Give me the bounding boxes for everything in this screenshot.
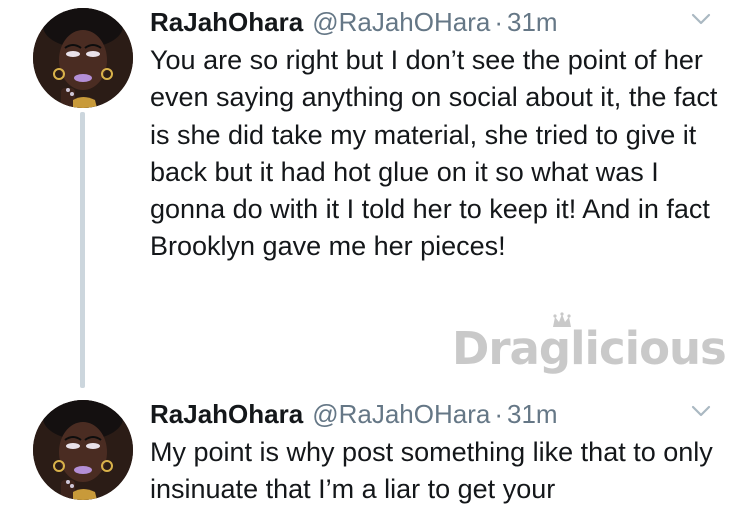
display-name[interactable]: RaJahOhara xyxy=(150,7,303,38)
display-name[interactable]: RaJahOhara xyxy=(150,399,303,430)
tweet-header: RaJahOhara @RaJahOHara · 31m xyxy=(150,4,558,40)
avatar[interactable] xyxy=(33,400,133,500)
watermark: Draglicious xyxy=(452,312,727,386)
avatar-image xyxy=(33,8,133,108)
tweet-header: RaJahOhara @RaJahOHara · 31m xyxy=(150,396,558,432)
tweet-text: My point is why post something like that… xyxy=(150,437,713,505)
tweet-text: You are so right but I don’t see the poi… xyxy=(150,45,718,262)
chevron-down-icon[interactable] xyxy=(691,12,711,26)
user-handle[interactable]: @RaJahOHara xyxy=(312,399,490,430)
header-separator: · xyxy=(494,398,503,429)
watermark-text: Draglicious xyxy=(452,322,727,375)
user-handle[interactable]: @RaJahOHara xyxy=(312,7,490,38)
header-separator: · xyxy=(494,6,503,37)
avatar[interactable] xyxy=(33,8,133,108)
tweet-timestamp[interactable]: 31m xyxy=(507,7,558,38)
tweet-timestamp[interactable]: 31m xyxy=(507,399,558,430)
chevron-down-icon[interactable] xyxy=(691,404,711,418)
thread-connector-line xyxy=(80,112,85,388)
avatar-image xyxy=(33,400,133,500)
